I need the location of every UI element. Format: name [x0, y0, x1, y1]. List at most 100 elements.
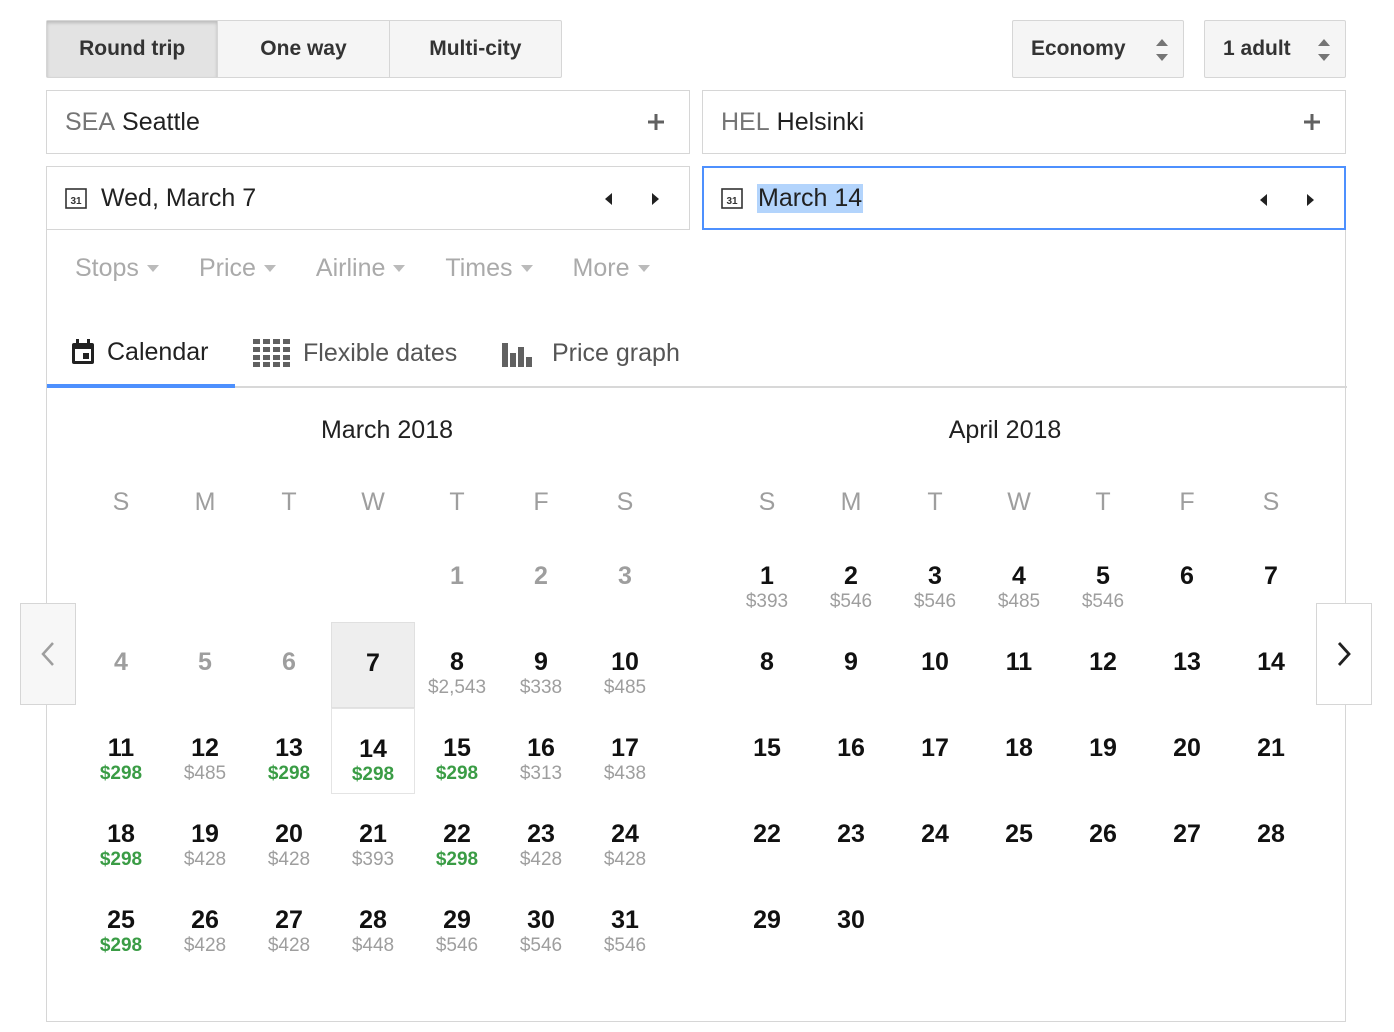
calendar-day-cell[interactable]: 25 $298 — [79, 880, 163, 966]
calendar-day-cell[interactable]: 19 $428 — [163, 794, 247, 880]
return-date-field[interactable]: 31 March 14 — [702, 166, 1346, 230]
add-airport-plus-icon[interactable] — [1303, 113, 1321, 131]
calendar-day-cell[interactable]: 15 — [725, 708, 809, 794]
calendar-day-cell[interactable]: 23 — [809, 794, 893, 880]
next-day-arrow-icon[interactable] — [1306, 193, 1316, 207]
calendar-day-cell[interactable]: 3 $546 — [893, 536, 977, 622]
calendar-day-cell[interactable]: 30 — [809, 880, 893, 966]
calendar-day-cell[interactable]: 13 $298 — [247, 708, 331, 794]
day-price: $546 — [519, 935, 563, 956]
multi-city-button[interactable]: Multi-city — [390, 21, 561, 77]
filter-price[interactable]: Price — [199, 254, 276, 283]
calendar-day-cell[interactable]: 29 $546 — [415, 880, 499, 966]
calendar-day-cell[interactable]: 14 $298 — [331, 708, 415, 794]
calendar-day-cell[interactable]: 14 — [1229, 622, 1313, 708]
filter-label: Airline — [315, 254, 386, 282]
calendar-day-cell[interactable]: 21 $393 — [331, 794, 415, 880]
grid-icon — [253, 339, 290, 367]
calendar-day-cell[interactable]: 20 — [1145, 708, 1229, 794]
round-trip-button[interactable]: Round trip — [47, 21, 219, 77]
calendar-day-cell[interactable]: 11 — [977, 622, 1061, 708]
day-number: 5 — [1096, 562, 1110, 590]
cabin-class-select[interactable]: Economy — [1012, 20, 1184, 78]
day-price: $298 — [435, 763, 479, 784]
tab-calendar[interactable]: Calendar — [47, 320, 235, 388]
next-day-arrow-icon[interactable] — [651, 192, 661, 206]
day-number: 29 — [443, 906, 471, 934]
origin-field[interactable]: SEA Seattle — [46, 90, 690, 154]
calendar-day-cell[interactable]: 17 $438 — [583, 708, 667, 794]
filter-stops[interactable]: Stops — [75, 254, 159, 283]
depart-date-field[interactable]: 31 Wed, March 7 — [46, 166, 690, 230]
next-month-button[interactable] — [1316, 603, 1372, 705]
day-number: 20 — [275, 820, 303, 848]
calendar-day-cell[interactable]: 25 — [977, 794, 1061, 880]
month-title-april: April 2018 — [948, 416, 1062, 444]
day-number: 1 — [760, 562, 774, 590]
calendar-day-cell[interactable]: 27 — [1145, 794, 1229, 880]
calendar-day-cell[interactable]: 29 — [725, 880, 809, 966]
calendar-day-cell[interactable]: 22 — [725, 794, 809, 880]
calendar-day-cell[interactable]: 10 $485 — [583, 622, 667, 708]
calendar-day-cell[interactable]: 21 — [1229, 708, 1313, 794]
calendar-day-cell[interactable]: 12 $485 — [163, 708, 247, 794]
calendar-day-cell[interactable]: 16 — [809, 708, 893, 794]
tab-price-graph[interactable]: Price graph — [502, 320, 680, 386]
calendar-day-cell[interactable]: 7 — [1229, 536, 1313, 622]
calendar-day-cell[interactable]: 26 $428 — [163, 880, 247, 966]
filter-times[interactable]: Times — [445, 254, 533, 283]
calendar-day-cell[interactable]: 8 $2,543 — [415, 622, 499, 708]
calendar-day-cell[interactable]: 9 — [809, 622, 893, 708]
day-number: 22 — [753, 820, 781, 848]
calendar-day-cell[interactable]: 23 $428 — [499, 794, 583, 880]
calendar-day-cell[interactable]: 10 — [893, 622, 977, 708]
calendar-day-cell[interactable]: 13 — [1145, 622, 1229, 708]
add-airport-plus-icon[interactable] — [647, 113, 665, 131]
calendar-day-cell: 3 — [583, 536, 667, 622]
calendar-day-cell[interactable]: 9 $338 — [499, 622, 583, 708]
calendar-day-cell[interactable]: 15 $298 — [415, 708, 499, 794]
tab-flexible-dates[interactable]: Flexible dates — [253, 320, 457, 386]
calendar-day-cell[interactable]: 5 $546 — [1061, 536, 1145, 622]
day-number: 31 — [611, 906, 639, 934]
calendar-day-cell[interactable]: 17 — [893, 708, 977, 794]
calendar-day-cell[interactable]: 27 $428 — [247, 880, 331, 966]
previous-day-arrow-icon[interactable] — [603, 192, 613, 206]
one-way-button[interactable]: One way — [218, 21, 390, 77]
calendar-day-cell[interactable]: 28 $448 — [331, 880, 415, 966]
calendar-day-cell[interactable]: 6 — [1145, 536, 1229, 622]
calendar-day-cell[interactable]: 22 $298 — [415, 794, 499, 880]
calendar-day-cell[interactable]: 2 $546 — [809, 536, 893, 622]
calendar-day-cell[interactable]: 20 $428 — [247, 794, 331, 880]
calendar-day-cell[interactable]: 7 — [331, 622, 415, 708]
calendar-day-cell[interactable]: 8 — [725, 622, 809, 708]
calendar-day-cell[interactable]: 1 $393 — [725, 536, 809, 622]
filter-label: Stops — [75, 254, 139, 282]
calendar-day-cell[interactable]: 26 — [1061, 794, 1145, 880]
previous-month-button[interactable] — [20, 603, 76, 705]
calendar-day-cell[interactable]: 19 — [1061, 708, 1145, 794]
day-number: 16 — [527, 734, 555, 762]
calendar-day-cell[interactable]: 24 — [893, 794, 977, 880]
calendar-day-cell[interactable]: 4 $485 — [977, 536, 1061, 622]
weekday-label: F — [1179, 488, 1195, 516]
day-price: $485 — [183, 763, 227, 784]
day-price: $298 — [99, 935, 143, 956]
cabin-class-value: Economy — [1031, 37, 1126, 60]
previous-day-arrow-icon[interactable] — [1258, 193, 1268, 207]
calendar-day-cell[interactable]: 18 — [977, 708, 1061, 794]
calendar-day-cell[interactable]: 31 $546 — [583, 880, 667, 966]
day-number: 3 — [928, 562, 942, 590]
calendar-day-cell[interactable]: 12 — [1061, 622, 1145, 708]
calendar-day-cell[interactable]: 18 $298 — [79, 794, 163, 880]
calendar-day-cell[interactable]: 24 $428 — [583, 794, 667, 880]
calendar-day-cell[interactable]: 30 $546 — [499, 880, 583, 966]
destination-field[interactable]: HEL Helsinki — [702, 90, 1346, 154]
calendar-day-cell[interactable]: 11 $298 — [79, 708, 163, 794]
passengers-select[interactable]: 1 adult — [1204, 20, 1346, 78]
calendar-day-cell[interactable]: 16 $313 — [499, 708, 583, 794]
day-price: $428 — [183, 849, 227, 870]
calendar-day-cell[interactable]: 28 — [1229, 794, 1313, 880]
filter-airline[interactable]: Airline — [315, 254, 406, 283]
filter-more[interactable]: More — [573, 254, 650, 283]
